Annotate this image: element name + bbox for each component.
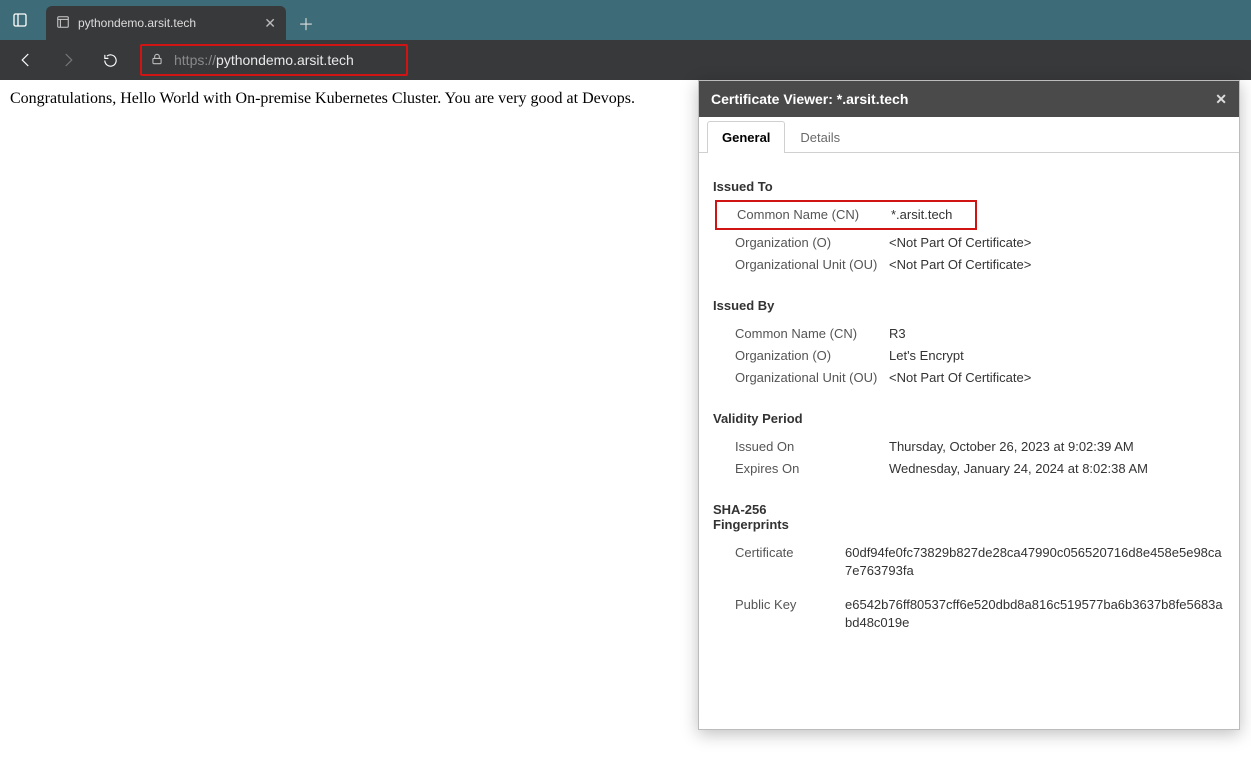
lock-icon[interactable] xyxy=(150,52,164,69)
issued-by-cn-v: R3 xyxy=(889,325,1225,343)
issued-to-ou-row: Organizational Unit (OU) <Not Part Of Ce… xyxy=(713,254,1225,276)
tabs: pythondemo.arsit.tech ✕ ＋ xyxy=(40,0,324,40)
tab-title: pythondemo.arsit.tech xyxy=(78,16,256,30)
validity-issued-row: Issued On Thursday, October 26, 2023 at … xyxy=(713,436,1225,458)
issued-by-section: Issued By Common Name (CN) R3 Organizati… xyxy=(713,298,1225,389)
issued-to-ou-v: <Not Part Of Certificate> xyxy=(889,256,1225,274)
address-bar[interactable]: https://pythondemo.arsit.tech xyxy=(140,44,408,76)
validity-iss-v: Thursday, October 26, 2023 at 9:02:39 AM xyxy=(889,438,1225,456)
validity-section: Validity Period Issued On Thursday, Octo… xyxy=(713,411,1225,480)
url-proto: https:// xyxy=(174,52,216,68)
new-tab-button[interactable]: ＋ xyxy=(288,6,324,40)
issued-by-o-row: Organization (O) Let's Encrypt xyxy=(713,345,1225,367)
sha-head: SHA-256 Fingerprints xyxy=(713,502,1225,532)
validity-exp-k: Expires On xyxy=(735,460,889,478)
issued-to-cn-row: Common Name (CN) *.arsit.tech xyxy=(715,200,977,230)
issued-by-ou-k: Organizational Unit (OU) xyxy=(735,369,889,387)
toolbar: https://pythondemo.arsit.tech xyxy=(0,40,1251,80)
tab-general[interactable]: General xyxy=(707,121,785,153)
url-host: pythondemo.arsit.tech xyxy=(216,52,354,68)
back-button[interactable] xyxy=(8,44,44,76)
page: Congratulations, Hello World with On-pre… xyxy=(0,80,1251,764)
browser-tab[interactable]: pythondemo.arsit.tech ✕ xyxy=(46,6,286,40)
issued-by-head: Issued By xyxy=(713,298,1225,313)
sha-head-2: Fingerprints xyxy=(713,517,789,532)
issued-to-section: Issued To Common Name (CN) *.arsit.tech … xyxy=(713,179,1225,276)
issued-to-ou-k: Organizational Unit (OU) xyxy=(735,256,889,274)
reload-button[interactable] xyxy=(92,44,128,76)
issued-by-ou-row: Organizational Unit (OU) <Not Part Of Ce… xyxy=(713,367,1225,389)
titlebar: pythondemo.arsit.tech ✕ ＋ xyxy=(0,0,1251,40)
issued-to-cn-v: *.arsit.tech xyxy=(891,206,967,224)
cert-header: Certificate Viewer: *.arsit.tech ✕ xyxy=(699,81,1239,117)
issued-by-o-k: Organization (O) xyxy=(735,347,889,365)
tab-favicon xyxy=(56,15,70,32)
certificate-viewer: Certificate Viewer: *.arsit.tech ✕ Gener… xyxy=(698,80,1240,730)
validity-exp-v: Wednesday, January 24, 2024 at 8:02:38 A… xyxy=(889,460,1225,478)
issued-by-cn-row: Common Name (CN) R3 xyxy=(713,323,1225,345)
cert-title: Certificate Viewer: *.arsit.tech xyxy=(711,91,908,107)
url-text: https://pythondemo.arsit.tech xyxy=(174,52,354,68)
tab-details[interactable]: Details xyxy=(785,121,855,153)
validity-head: Validity Period xyxy=(713,411,1225,426)
sha-pk-row: Public Key e6542b76ff80537cff6e520dbd8a8… xyxy=(713,594,1225,634)
issued-to-o-v: <Not Part Of Certificate> xyxy=(889,234,1225,252)
issued-by-o-v: Let's Encrypt xyxy=(889,347,1225,365)
validity-expires-row: Expires On Wednesday, January 24, 2024 a… xyxy=(713,458,1225,480)
issued-by-ou-v: <Not Part Of Certificate> xyxy=(889,369,1225,387)
issued-by-cn-k: Common Name (CN) xyxy=(735,325,889,343)
issued-to-o-k: Organization (O) xyxy=(735,234,889,252)
sha-cert-row: Certificate 60df94fe0fc73829b827de28ca47… xyxy=(713,542,1225,582)
sha-section: SHA-256 Fingerprints Certificate 60df94f… xyxy=(713,502,1225,634)
close-icon[interactable]: ✕ xyxy=(1215,91,1227,108)
sha-cert-v: 60df94fe0fc73829b827de28ca47990c05652071… xyxy=(845,544,1225,580)
cert-body: Issued To Common Name (CN) *.arsit.tech … xyxy=(699,153,1239,646)
sha-head-1: SHA-256 xyxy=(713,502,766,517)
issued-to-o-row: Organization (O) <Not Part Of Certificat… xyxy=(713,232,1225,254)
validity-iss-k: Issued On xyxy=(735,438,889,456)
issued-to-cn-k: Common Name (CN) xyxy=(737,206,891,224)
cert-title-prefix: Certificate Viewer: xyxy=(711,91,837,107)
tab-actions-button[interactable] xyxy=(0,0,40,40)
cert-title-domain: *.arsit.tech xyxy=(837,91,909,107)
cert-tabs: General Details xyxy=(699,117,1239,153)
sha-cert-k: Certificate xyxy=(735,544,845,580)
sha-pk-v: e6542b76ff80537cff6e520dbd8a816c519577ba… xyxy=(845,596,1225,632)
issued-to-head: Issued To xyxy=(713,179,1225,194)
sha-pk-k: Public Key xyxy=(735,596,845,632)
forward-button[interactable] xyxy=(50,44,86,76)
tab-close-icon[interactable]: ✕ xyxy=(264,15,276,32)
